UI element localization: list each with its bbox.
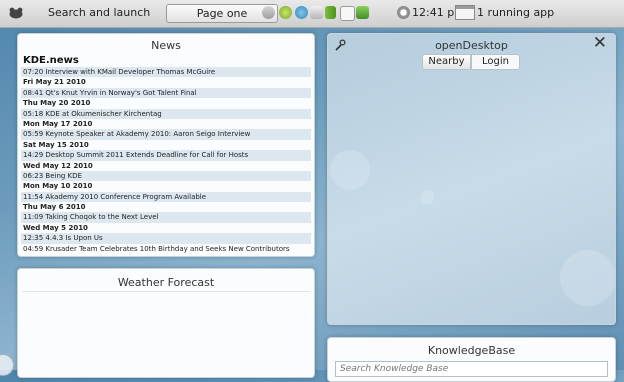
news-date-header: Fri May 21 2010 — [23, 78, 86, 87]
news-item[interactable]: 11:54 Akademy 2010 Conference Program Av… — [21, 191, 311, 203]
clock-icon — [397, 6, 410, 19]
tab-nearby[interactable]: Nearby — [422, 54, 471, 70]
kde-connect-icon[interactable] — [295, 6, 308, 19]
news-date-header: Thu May 6 2010 — [23, 203, 86, 212]
update-ok-icon[interactable] — [279, 6, 292, 19]
news-source[interactable]: KDE.news — [21, 55, 311, 67]
network-icon[interactable] — [262, 6, 275, 19]
bag-icon[interactable] — [356, 6, 369, 19]
weather-widget: Weather Forecast — [17, 268, 315, 378]
news-date-header: Mon May 17 2010 — [23, 119, 93, 128]
klipper-icon[interactable] — [310, 6, 323, 19]
news-item[interactable]: 04:59 Krusader Team Celebrates 10th Birt… — [21, 244, 311, 254]
notes-icon[interactable] — [340, 6, 355, 21]
search-and-launch-button[interactable]: Search and launch — [48, 6, 150, 19]
widget-title: Weather Forecast — [117, 276, 215, 289]
window-icon — [455, 5, 475, 20]
opendesktop-widget: openDesktop ✕ Nearby Login — [327, 33, 616, 325]
news-date-header: Mon May 10 2010 — [23, 182, 93, 191]
news-date-header: Sat May 15 2010 — [23, 140, 89, 149]
news-item[interactable]: 12:35 4.4.3 Is Upon Us — [21, 233, 311, 244]
battery-icon[interactable] — [325, 6, 336, 19]
news-item[interactable]: 06:23 Being KDE — [21, 170, 311, 182]
news-item[interactable]: 05:18 KDE at Okumenischer Kirchentag — [21, 108, 311, 119]
close-icon[interactable]: ✕ — [593, 35, 607, 52]
news-date-header: Thu May 20 2010 — [23, 99, 91, 108]
search-input[interactable] — [335, 361, 608, 377]
tab-login[interactable]: Login — [471, 54, 520, 70]
kde-launcher-icon[interactable] — [8, 6, 24, 20]
news-item[interactable]: 08:41 Qt's Knut Yrvin in Norway's Got Ta… — [21, 87, 311, 99]
widget-title: openDesktop — [435, 39, 508, 52]
news-date-header: Wed May 12 2010 — [23, 161, 93, 170]
divider — [22, 291, 310, 292]
news-list: KDE.news 07:20 Interview with KMail Deve… — [21, 55, 311, 254]
running-apps-button[interactable]: 1 running app — [477, 6, 554, 19]
news-widget: News KDE.news 07:20 Interview with KMail… — [17, 33, 315, 257]
news-item[interactable]: 11:09 Taking Choqok to the Next Level — [21, 212, 311, 223]
knowledgebase-widget: KnowledgeBase — [327, 337, 616, 382]
news-item[interactable]: 07:20 Interview with KMail Developer Tho… — [21, 67, 311, 78]
desktop-toolbox-button[interactable] — [0, 354, 14, 376]
top-panel: Search and launch Page one 12:41 pm 1 ru… — [0, 0, 624, 28]
news-date-header: Wed May 5 2010 — [23, 223, 88, 232]
widget-title: KnowledgeBase — [427, 344, 516, 357]
news-item[interactable]: 05:59 Keynote Speaker at Akademy 2010: A… — [21, 129, 311, 140]
widget-title: News — [151, 39, 181, 52]
news-item[interactable]: 14:29 Desktop Summit 2011 Extends Deadli… — [21, 150, 311, 161]
